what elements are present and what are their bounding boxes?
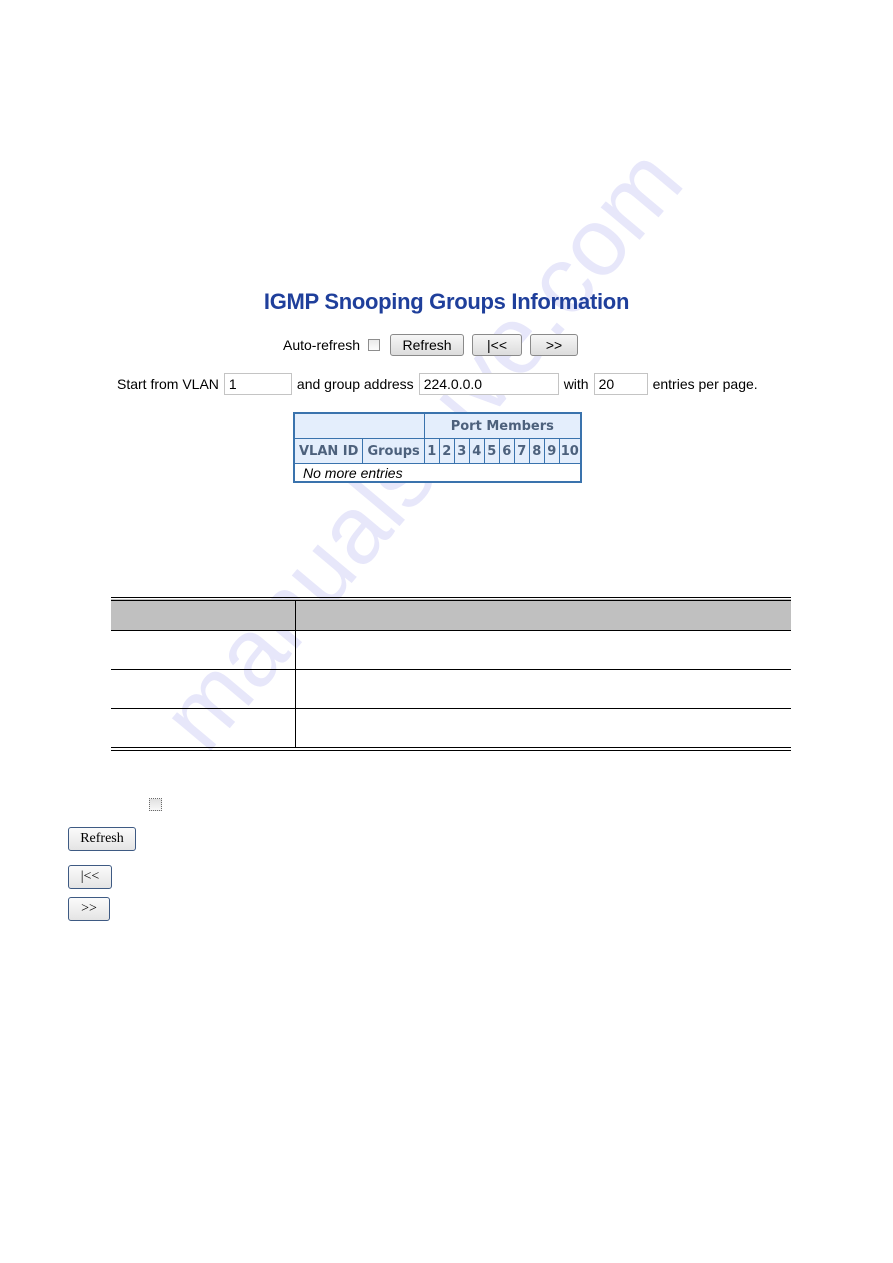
- groups-header: Groups: [362, 438, 425, 464]
- vlan-id-header: VLAN ID: [293, 438, 364, 464]
- filter-row: Start from VLAN and group address with e…: [117, 372, 758, 396]
- blank-header: [293, 412, 425, 439]
- description-cell: [295, 630, 791, 670]
- legend-first-page-button[interactable]: |<<: [68, 865, 112, 889]
- object-cell: [111, 669, 296, 709]
- legend-next-page-button[interactable]: >>: [68, 897, 110, 921]
- igmp-groups-table: Port Members VLAN ID Groups 1 2 3 4 5 6 7 8 9 10 …: [293, 412, 582, 483]
- refresh-controls: Auto-refresh Refresh |<< >>: [283, 333, 586, 357]
- port-header: 10: [558, 438, 582, 464]
- entries-suffix-label: entries per page.: [652, 376, 758, 392]
- description-header: [295, 599, 791, 631]
- description-cell: [295, 669, 791, 709]
- port-header: 3: [453, 438, 470, 464]
- empty-message: No more entries: [293, 463, 582, 483]
- description-table: [111, 597, 791, 751]
- legend-refresh-button[interactable]: Refresh: [68, 827, 136, 851]
- with-label: with: [563, 376, 589, 392]
- table-row: No more entries: [293, 463, 582, 483]
- port-header: 9: [543, 438, 560, 464]
- entries-per-page-input[interactable]: [593, 373, 648, 395]
- group-address-input[interactable]: [418, 373, 559, 395]
- port-members-header: Port Members: [423, 412, 582, 439]
- description-cell: [296, 709, 792, 750]
- table-row: [111, 708, 792, 750]
- table-row: [111, 630, 791, 670]
- object-cell: [111, 708, 296, 749]
- next-page-button[interactable]: >>: [530, 334, 579, 356]
- start-vlan-input[interactable]: [223, 373, 292, 395]
- port-header: 1: [423, 438, 440, 464]
- refresh-button[interactable]: Refresh: [390, 334, 465, 356]
- object-cell: [111, 630, 296, 670]
- object-header: [111, 599, 296, 631]
- port-header: 5: [483, 438, 500, 464]
- port-header: 4: [468, 438, 485, 464]
- group-address-label: and group address: [296, 376, 414, 392]
- auto-refresh-label: Auto-refresh: [283, 337, 361, 353]
- legend-auto-refresh-checkbox[interactable]: [149, 798, 162, 811]
- port-header: 7: [513, 438, 530, 464]
- start-vlan-label: Start from VLAN: [117, 376, 219, 392]
- auto-refresh-checkbox[interactable]: [368, 339, 381, 351]
- page-title: IGMP Snooping Groups Information: [263, 289, 630, 314]
- port-header: 8: [528, 438, 545, 464]
- port-header: 6: [498, 438, 515, 464]
- first-page-button[interactable]: |<<: [472, 334, 523, 356]
- table-row: [111, 669, 791, 709]
- port-header: 2: [438, 438, 455, 464]
